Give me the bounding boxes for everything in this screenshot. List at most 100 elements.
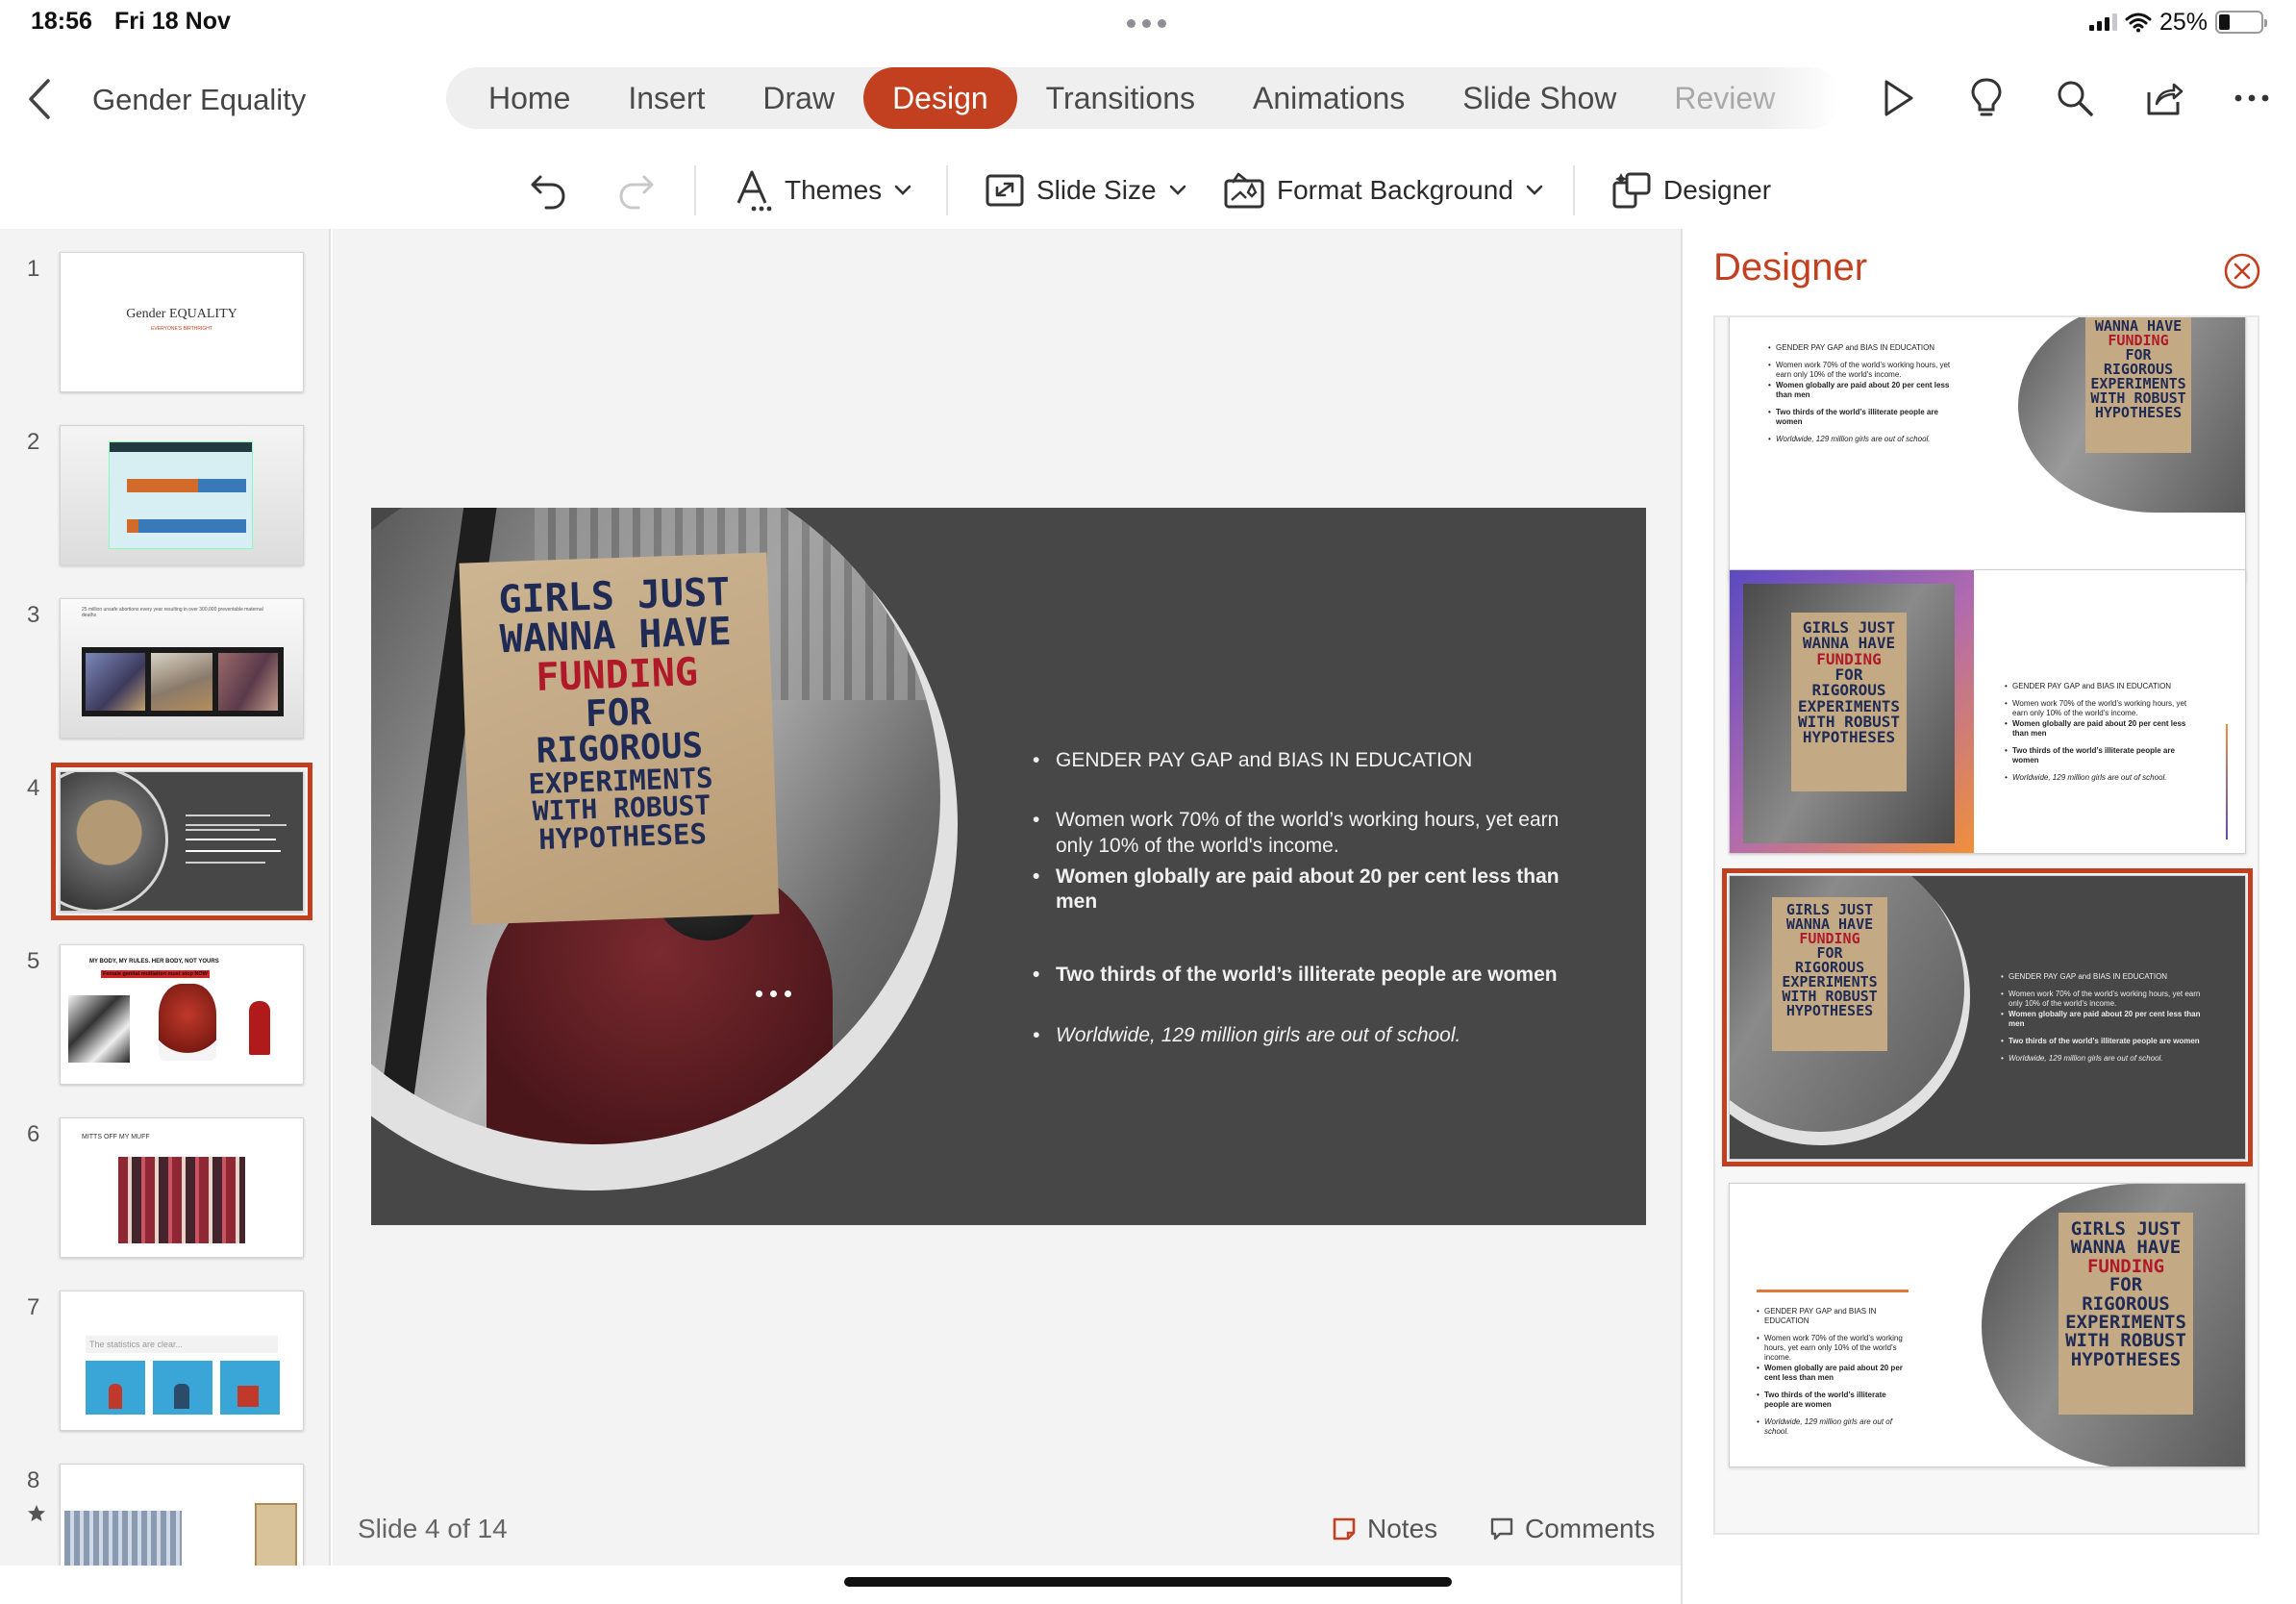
chevron-left-icon (29, 79, 50, 119)
document-title[interactable]: Gender Equality (92, 83, 306, 117)
slide-size-button[interactable]: Slide Size (985, 163, 1187, 217)
share-icon (2147, 83, 2184, 115)
slide-thumbnail-2[interactable] (60, 425, 304, 565)
slide-number: 7 (27, 1294, 40, 1320)
thumbnail-row-1[interactable]: 1 Gender EQUALITY EVERYONE'S BIRTHRIGHT (0, 229, 329, 392)
share-button[interactable] (2142, 73, 2184, 123)
slide-thumbnail-1[interactable]: Gender EQUALITY EVERYONE'S BIRTHRIGHT (60, 252, 304, 392)
redo-icon (619, 175, 654, 210)
tab-home[interactable]: Home (460, 67, 599, 129)
designer-label: Designer (1663, 175, 1772, 205)
search-button[interactable] (2054, 73, 2096, 123)
status-date: Fri 18 Nov (114, 8, 231, 35)
thumbnail-row-7[interactable]: 7 The statistics are clear... (0, 1267, 329, 1431)
design-idea-photo: GIRLS JUSTWANNA HAVEFUNDINGFORRIGOROUSEX… (2018, 317, 2245, 513)
slide-thumbnail-8[interactable] (60, 1464, 304, 1566)
top-toolbar: Gender Equality Home Insert Draw Design … (0, 46, 2296, 152)
thumb-artwork-3 (249, 1001, 270, 1055)
design-idea-accent-line (1757, 1290, 1909, 1292)
slide-thumbnail-6[interactable]: MITTS OFF MY MUFF (60, 1117, 304, 1258)
thumbnail-row-3[interactable]: 3 25 million unsafe abortions every year… (0, 575, 329, 739)
thumbnail-row-6[interactable]: 6 MITTS OFF MY MUFF (0, 1094, 329, 1258)
comment-icon (1490, 1517, 1513, 1541)
thumb-chart-image (109, 441, 253, 549)
design-idea-photo: GIRLS JUSTWANNA HAVEFUNDINGFORRIGOROUSEX… (1982, 1184, 2245, 1466)
slide-size-label: Slide Size (1036, 175, 1157, 205)
slide-number: 2 (27, 429, 40, 455)
thumbnail-row-5[interactable]: 5 MY BODY, MY RULES. HER BODY, NOT YOURS… (0, 921, 329, 1085)
designer-close-button[interactable] (2223, 252, 2261, 290)
design-idea-4[interactable]: GENDER PAY GAP and BIAS IN EDUCATION Wom… (1729, 1183, 2246, 1467)
comments-label: Comments (1525, 1514, 1656, 1543)
bullet-4: Two thirds of the world’s illiterate peo… (1033, 963, 1581, 989)
redo-button[interactable] (617, 163, 656, 217)
bullet-3: Women globally are paid about 20 per cen… (1033, 865, 1581, 915)
design-ideas-list[interactable]: GENDER PAY GAP and BIAS IN EDUCATION Wom… (1713, 315, 2259, 1535)
thumb-stat-card-2 (153, 1361, 212, 1415)
ribbon-divider (1573, 165, 1575, 215)
format-background-label: Format Background (1277, 175, 1513, 205)
slide-thumbnail-3[interactable]: 25 million unsafe abortions every year r… (60, 598, 304, 739)
thumb-quilt-image (118, 1157, 245, 1243)
slide-number: 3 (27, 602, 40, 628)
design-idea-text: GENDER PAY GAP and BIAS IN EDUCATION Wom… (2001, 972, 2212, 1071)
slide-thumbnail-pane[interactable]: 1 Gender EQUALITY EVERYONE'S BIRTHRIGHT … (0, 229, 331, 1566)
bullet-5: Worldwide, 129 million girls are out of … (1033, 1023, 1581, 1049)
thumbnail-row-8[interactable]: 8 (0, 1441, 329, 1566)
undo-button[interactable] (529, 163, 567, 217)
chevron-down-icon (1526, 185, 1543, 195)
slide-size-icon (986, 174, 1024, 207)
ribbon-tabs: Home Insert Draw Design Transitions Anim… (446, 67, 1840, 129)
search-icon (2058, 81, 2093, 116)
design-ribbon: Themes Slide Size Format Background Desi… (0, 152, 2296, 229)
slide-thumbnail-5[interactable]: MY BODY, MY RULES. HER BODY, NOT YOURS F… (60, 944, 304, 1085)
close-circle-icon (2224, 253, 2260, 289)
themes-icon (736, 170, 772, 212)
multitasking-dots-icon[interactable] (1127, 19, 1169, 29)
play-button[interactable] (1877, 73, 1919, 123)
format-background-button[interactable]: Format Background (1223, 163, 1544, 217)
slide-number: 4 (27, 775, 40, 801)
more-icon (2234, 94, 2269, 102)
tab-insert[interactable]: Insert (599, 67, 734, 129)
designer-button[interactable]: Designer (1611, 163, 1771, 217)
slide-counter: Slide 4 of 14 (358, 1514, 508, 1543)
chevron-down-icon (1169, 185, 1185, 195)
comments-button[interactable]: Comments (1488, 1512, 1655, 1546)
thumbnail-row-4[interactable]: 4 (0, 748, 329, 920)
tabs-fade-overlay (1763, 67, 1840, 129)
thumb-circle-photo (61, 772, 168, 911)
image-more-dots[interactable] (756, 990, 798, 998)
ribbon-divider (946, 165, 948, 215)
thumb-photo-strip (82, 647, 284, 716)
design-idea-2[interactable]: GIRLS JUST WANNA HAVE FUNDING FOR RIGOROUS EX… (1729, 569, 2246, 854)
thumb-subtitle: Female genital mutilation must stop NOW (101, 970, 210, 978)
slide-thumbnail-4[interactable] (51, 763, 312, 920)
back-button[interactable] (21, 75, 60, 123)
slide-thumbnail-7[interactable]: The statistics are clear... (60, 1291, 304, 1431)
notes-button[interactable]: Notes (1331, 1512, 1437, 1546)
tab-slide-show[interactable]: Slide Show (1434, 67, 1645, 129)
thumbnail-row-2[interactable]: 2 (0, 402, 329, 565)
tab-transitions[interactable]: Transitions (1017, 67, 1224, 129)
notes-icon (1333, 1517, 1356, 1541)
thumb-stat-card-1 (86, 1361, 145, 1415)
design-idea-3[interactable]: GIRLS JUST WANNA HAVE FUNDING FOR RIGOROUS EX… (1722, 868, 2253, 1166)
ribbon-divider (694, 165, 696, 215)
more-options-button[interactable] (2231, 73, 2273, 123)
thumb-title: Gender EQUALITY (126, 307, 237, 321)
tab-animations[interactable]: Animations (1224, 67, 1434, 129)
themes-button[interactable]: Themes (733, 163, 912, 217)
home-indicator[interactable] (844, 1577, 1452, 1587)
slide-body-text[interactable]: GENDER PAY GAP and BIAS IN EDUCATION Wom… (1033, 748, 1581, 1048)
design-idea-1[interactable]: GENDER PAY GAP and BIAS IN EDUCATION Wom… (1729, 317, 2246, 583)
tab-design[interactable]: Design (863, 67, 1017, 129)
status-time: 18:56 (31, 8, 92, 35)
tab-draw[interactable]: Draw (734, 67, 863, 129)
current-slide[interactable]: GIRLS JUST WANNA HAVE FUNDING FOR RIGORO… (371, 508, 1646, 1225)
slide-number: 8 (27, 1467, 40, 1493)
lightbulb-icon (1971, 78, 2002, 116)
designer-title: Designer (1713, 246, 1868, 288)
design-idea-accent-line (2226, 724, 2228, 840)
tell-me-button[interactable] (1965, 73, 2008, 123)
